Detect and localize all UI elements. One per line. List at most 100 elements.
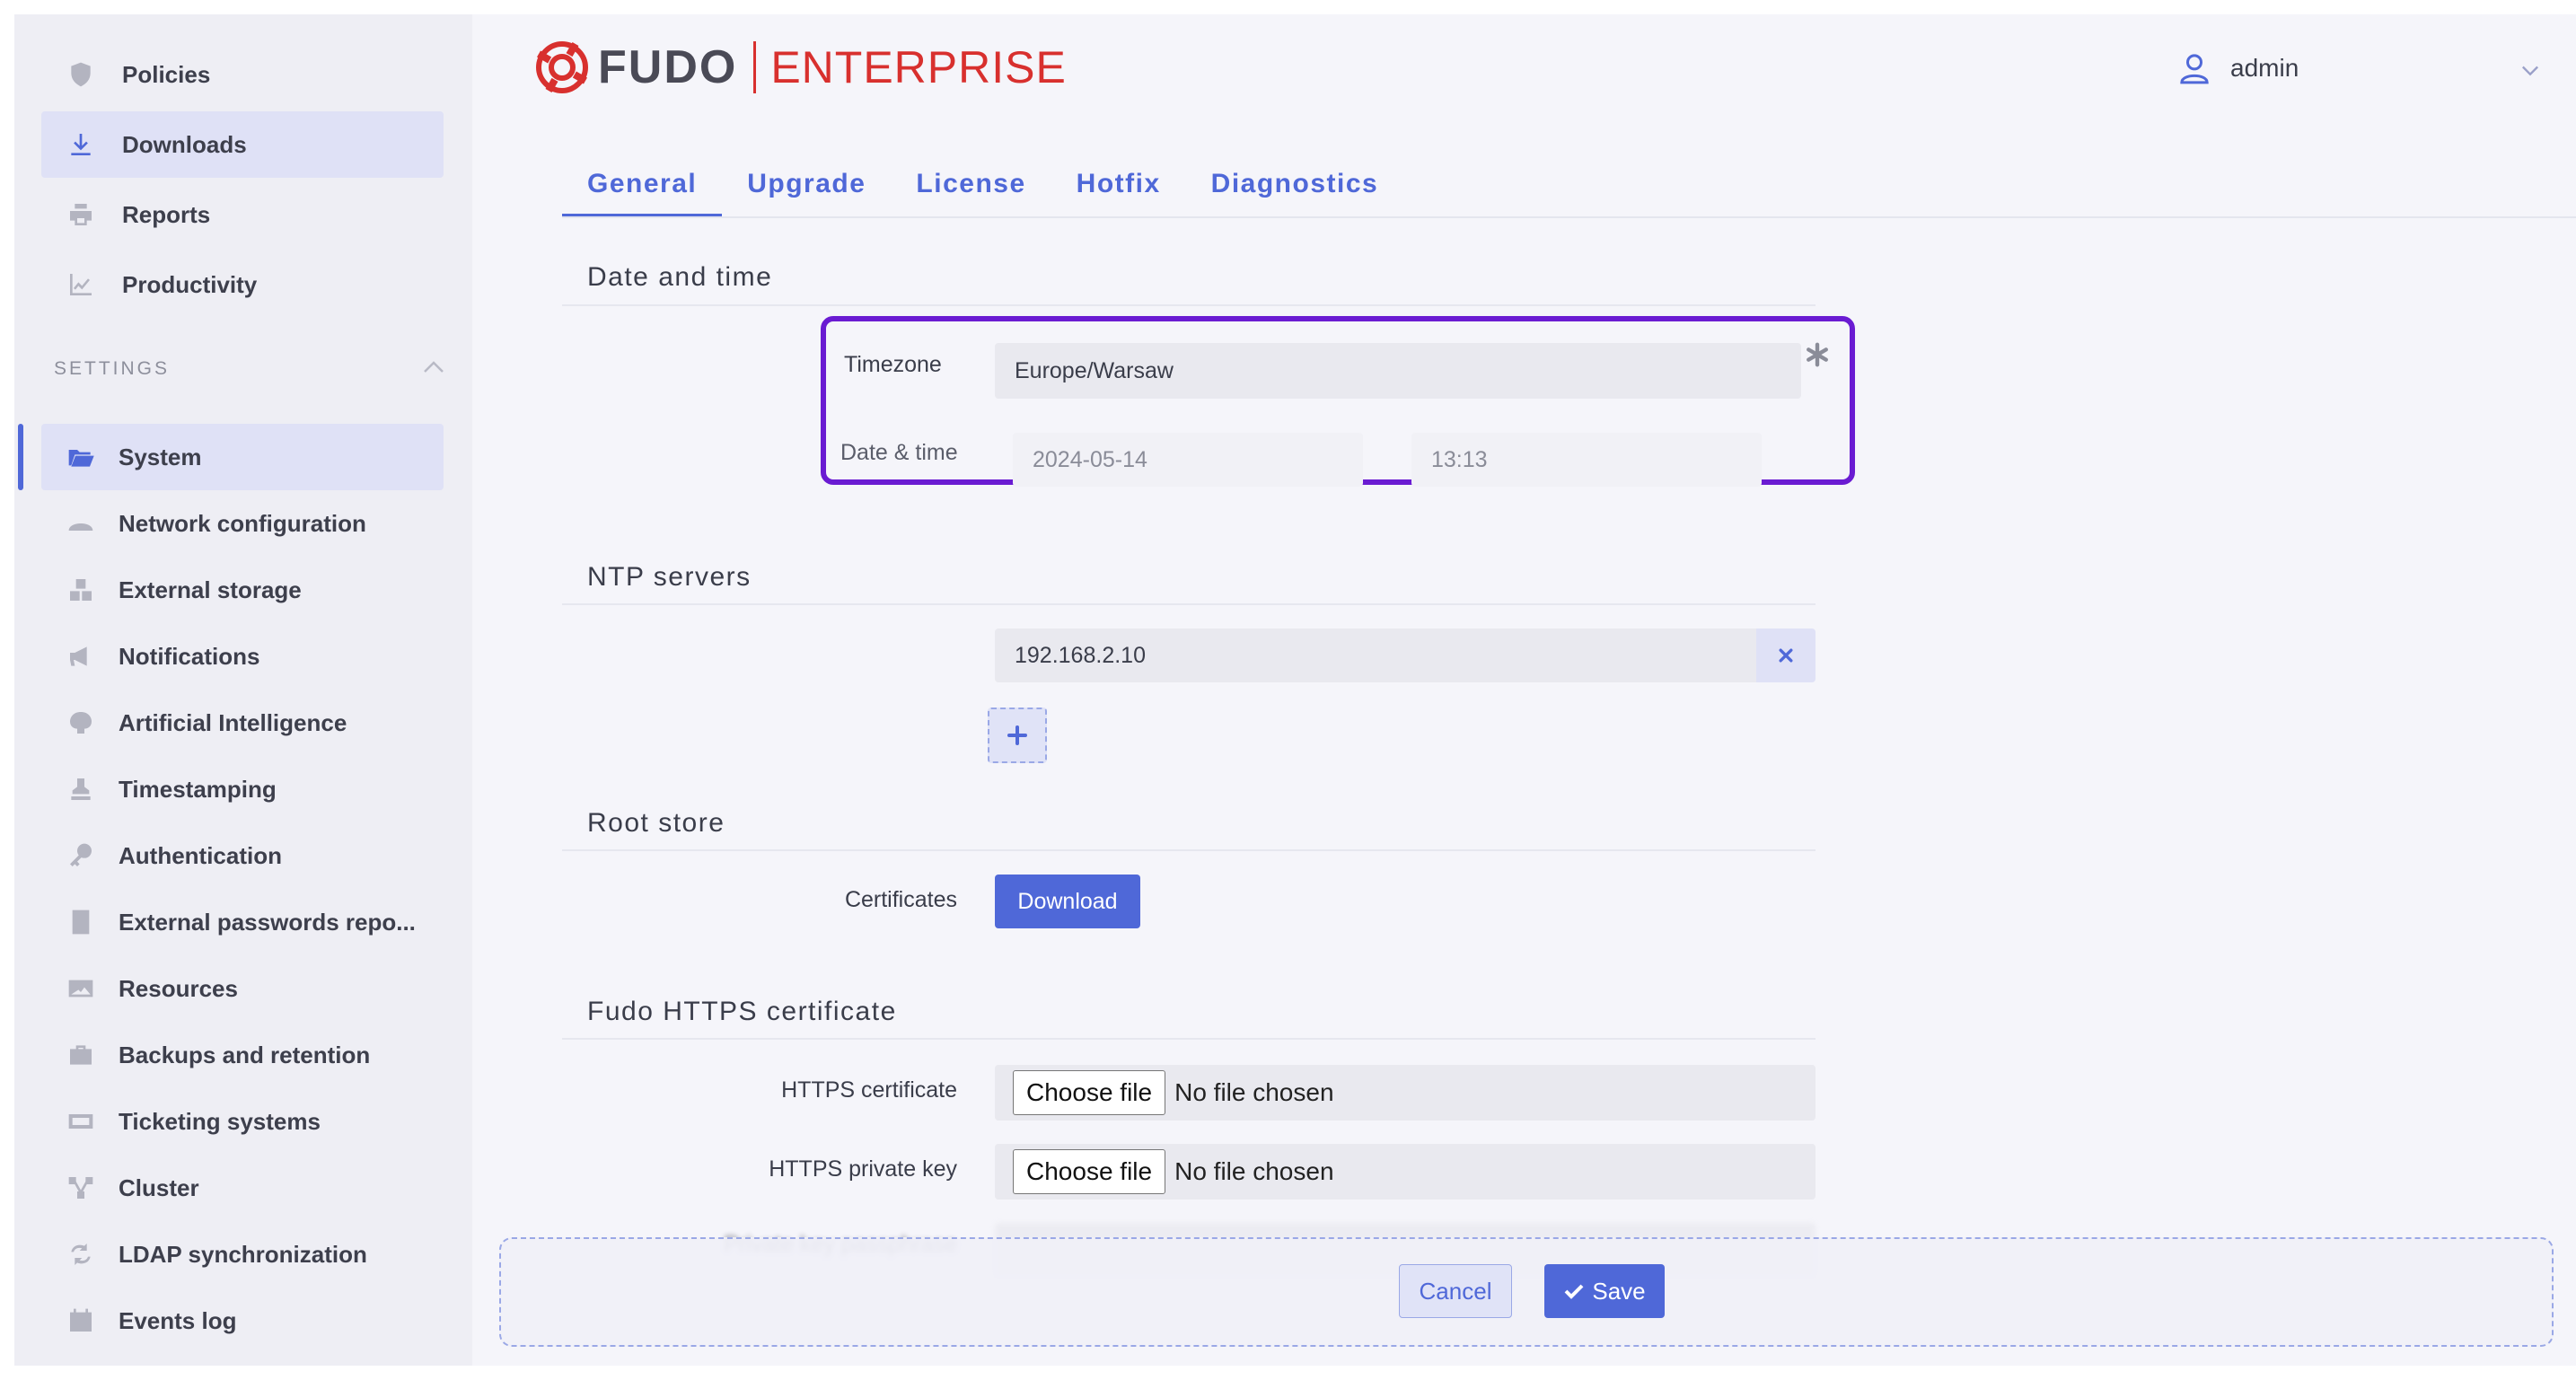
ntp-server-input[interactable]: 192.168.2.10 <box>995 628 1756 682</box>
section-divider <box>562 304 1816 306</box>
sidebar-item-cluster[interactable]: Cluster <box>41 1155 444 1221</box>
timezone-label: Timezone <box>844 352 942 377</box>
logo-edition-text: ENTERPRISE <box>770 42 1067 92</box>
download-button[interactable]: Download <box>995 875 1140 928</box>
date-input[interactable]: 2024-05-14 <box>1013 433 1363 487</box>
sidebar-item-label: Productivity <box>122 270 258 298</box>
book-icon <box>65 906 97 938</box>
key-icon <box>65 839 97 872</box>
app-frame: Policies Downloads Reports Productivity … <box>14 14 2576 1366</box>
brain-icon <box>65 707 97 739</box>
sync-icon <box>65 1238 97 1270</box>
sidebar-item-label: LDAP synchronization <box>119 1240 367 1268</box>
sidebar-item-resources[interactable]: Resources <box>41 955 444 1022</box>
chart-icon <box>65 268 97 301</box>
sidebar-item-system[interactable]: System <box>41 424 444 490</box>
sidebar-item-label: Timestamping <box>119 775 277 803</box>
choose-file-button[interactable]: Choose file <box>1013 1070 1166 1115</box>
tabs-divider <box>562 216 2576 218</box>
sidebar-item-backups-and-retention[interactable]: Backups and retention <box>41 1022 444 1088</box>
check-icon <box>1564 1284 1584 1299</box>
sidebar-item-authentication[interactable]: Authentication <box>41 822 444 889</box>
logo-separator <box>753 41 757 93</box>
timezone-select[interactable]: Europe/Warsaw <box>995 343 1801 399</box>
datetime-label: Date & time <box>840 440 958 465</box>
fudo-logo[interactable]: FUDO ENTERPRISE <box>533 38 1067 97</box>
network-icon <box>65 507 97 540</box>
user-menu[interactable]: admin <box>2176 50 2299 86</box>
sidebar-item-events-log[interactable]: Events log <box>41 1288 444 1354</box>
file-status: No file chosen <box>1174 1078 1334 1106</box>
section-divider <box>562 849 1816 851</box>
sidebar-item-label: Events log <box>119 1306 237 1334</box>
choose-file-button[interactable]: Choose file <box>1013 1149 1166 1194</box>
sidebar: Policies Downloads Reports Productivity … <box>14 14 472 1366</box>
briefcase-icon <box>65 1039 97 1071</box>
add-ntp-button[interactable] <box>988 708 1047 763</box>
sidebar-item-label: System <box>119 443 202 470</box>
megaphone-icon <box>65 640 97 672</box>
sidebar-item-external-passwords-repo[interactable]: External passwords repo... <box>41 889 444 955</box>
sidebar-item-downloads[interactable]: Downloads <box>41 111 444 178</box>
folder-icon <box>65 441 97 473</box>
file-status: No file chosen <box>1174 1157 1334 1185</box>
download-icon <box>65 128 97 161</box>
cluster-icon <box>65 1172 97 1204</box>
remove-ntp-button[interactable] <box>1756 628 1816 682</box>
sidebar-item-notifications[interactable]: Notifications <box>41 623 444 690</box>
sidebar-item-ldap-synchronization[interactable]: LDAP synchronization <box>41 1221 444 1288</box>
printer-icon <box>65 198 97 231</box>
sidebar-item-label: External passwords repo... <box>119 908 416 936</box>
main-content: FUDO ENTERPRISE admin General Upgrade Li… <box>472 14 2576 1366</box>
tab-upgrade[interactable]: Upgrade <box>722 169 891 217</box>
sidebar-item-label: Ticketing systems <box>119 1107 321 1135</box>
time-input[interactable]: 13:13 <box>1411 433 1762 487</box>
user-icon <box>2180 54 2209 84</box>
certificates-label: Certificates <box>844 887 957 912</box>
sidebar-item-label: Policies <box>122 60 211 88</box>
section-divider <box>562 603 1816 605</box>
sidebar-item-label: Notifications <box>119 642 260 670</box>
shield-icon <box>65 58 97 91</box>
section-title-ntp: NTP servers <box>587 562 752 592</box>
sidebar-item-policies[interactable]: Policies <box>41 41 444 108</box>
sidebar-item-label: Artificial Intelligence <box>119 708 347 736</box>
tab-bar: General Upgrade License Hotfix Diagnosti… <box>562 169 1403 217</box>
settings-section-header: SETTINGS <box>54 358 171 379</box>
sidebar-item-reports[interactable]: Reports <box>41 181 444 248</box>
calendar-icon <box>65 1305 97 1337</box>
user-name: admin <box>2230 54 2299 82</box>
logo-brand-text: FUDO <box>598 41 738 93</box>
section-title-root-store: Root store <box>587 808 725 838</box>
tab-general[interactable]: General <box>562 169 723 217</box>
sidebar-item-label: Resources <box>119 974 238 1002</box>
https-certificate-file-input: Choose file No file chosen <box>995 1065 1816 1121</box>
sidebar-item-label: Authentication <box>119 841 282 869</box>
cancel-button[interactable]: Cancel <box>1399 1264 1512 1318</box>
sidebar-item-productivity[interactable]: Productivity <box>41 251 444 318</box>
sidebar-item-label: External storage <box>119 576 302 603</box>
chevron-up-icon[interactable] <box>420 354 447 381</box>
ticket-icon <box>65 1105 97 1138</box>
fudo-logo-icon <box>536 41 588 93</box>
tab-diagnostics[interactable]: Diagnostics <box>1186 169 1404 217</box>
sidebar-item-ticketing-systems[interactable]: Ticketing systems <box>41 1088 444 1155</box>
tab-hotfix[interactable]: Hotfix <box>1051 169 1186 217</box>
image-icon <box>65 972 97 1005</box>
chevron-down-icon[interactable] <box>2518 57 2543 83</box>
tab-license[interactable]: License <box>891 169 1051 217</box>
https-certificate-label: HTTPS certificate <box>781 1077 957 1103</box>
sidebar-item-external-storage[interactable]: External storage <box>41 557 444 623</box>
asterisk-icon <box>1807 342 1828 367</box>
form-footer <box>499 1237 2554 1347</box>
section-title-date-time: Date and time <box>587 262 773 292</box>
section-title-https-certificate: Fudo HTTPS certificate <box>587 997 897 1026</box>
sidebar-item-timestamping[interactable]: Timestamping <box>41 756 444 822</box>
sidebar-item-label: Cluster <box>119 1173 199 1201</box>
sidebar-item-label: Network configuration <box>119 509 366 537</box>
close-icon <box>1779 648 1793 663</box>
save-button[interactable]: Save <box>1544 1264 1665 1318</box>
storage-icon <box>65 574 97 606</box>
sidebar-item-network-configuration[interactable]: Network configuration <box>41 490 444 557</box>
sidebar-item-artificial-intelligence[interactable]: Artificial Intelligence <box>41 690 444 756</box>
